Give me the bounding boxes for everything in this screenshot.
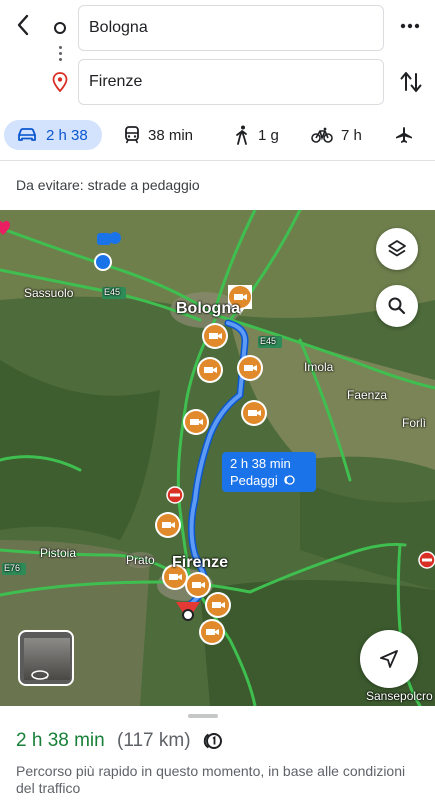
speed-camera-icon <box>199 619 225 645</box>
speed-camera-icon <box>155 512 181 538</box>
speed-camera-icon <box>197 357 223 383</box>
route-duration: 2 h 38 min <box>16 730 105 751</box>
place-marker <box>97 233 111 245</box>
city-label-sassuolo: Sassuolo <box>24 286 74 300</box>
route-dot <box>59 52 62 55</box>
speed-camera-icon <box>241 400 267 426</box>
route-dot <box>59 58 62 61</box>
route-description: Percorso più rapido in questo momento, i… <box>16 763 406 796</box>
speed-camera-icon <box>202 323 228 349</box>
sheet-drag-handle[interactable] <box>188 714 218 718</box>
search-icon <box>388 297 406 315</box>
more-options-button[interactable] <box>396 14 424 38</box>
tab-cycling-label: 7 h <box>341 126 362 144</box>
current-location-dot <box>94 253 112 271</box>
speed-camera-icon <box>205 592 231 618</box>
city-label-prato: Prato <box>126 553 155 567</box>
tab-flights[interactable] <box>395 120 421 150</box>
more-horizontal-icon <box>400 23 420 29</box>
toll-icon <box>203 733 222 749</box>
route-options-notice[interactable]: Da evitare: strade a pedaggio <box>16 177 200 193</box>
tab-walking-label: 1 g <box>258 126 279 144</box>
city-label-faenza: Faenza <box>347 388 388 402</box>
city-label-sansepolcro: Sansepolcro <box>366 689 433 703</box>
speed-camera-icon <box>237 355 263 381</box>
city-label-imola: Imola <box>304 360 334 374</box>
speed-camera-icon <box>185 572 211 598</box>
origin-circle-icon <box>54 22 66 34</box>
start-navigation-button[interactable] <box>360 630 418 688</box>
back-arrow-icon <box>17 14 29 36</box>
tab-transit[interactable]: 38 min <box>124 120 193 150</box>
airplane-icon <box>396 127 412 143</box>
search-along-route-button[interactable] <box>376 285 418 327</box>
rotate-360-icon <box>31 670 49 680</box>
navigation-arrow-icon <box>380 650 398 668</box>
road-label-e45: E45 <box>104 287 121 297</box>
map-layers-button[interactable] <box>376 228 418 270</box>
road-label-e76: E76 <box>4 563 21 573</box>
tab-cycling[interactable]: 7 h <box>311 120 362 150</box>
street-view-thumbnail[interactable] <box>18 630 74 686</box>
walking-icon <box>236 125 247 145</box>
destination-pin-icon <box>52 72 68 92</box>
city-label-pistoia: Pistoia <box>40 546 77 560</box>
train-icon <box>125 126 139 144</box>
city-label-firenze: Firenze <box>172 554 229 571</box>
speed-camera-icon <box>183 409 209 435</box>
route-bubble-time: 2 h 38 min <box>230 456 291 471</box>
destination-point <box>182 609 194 621</box>
route-details-sheet[interactable]: 2 h 38 min (117 km) Percorso più rapido … <box>0 706 435 800</box>
swap-vertical-icon <box>400 72 422 92</box>
directions-header: Bologna Firenze <box>0 0 435 112</box>
toll-icon <box>284 475 295 485</box>
tab-transit-label: 38 min <box>148 126 194 144</box>
tab-driving-label: 2 h 38 <box>46 126 88 144</box>
tab-driving[interactable]: 2 h 38 <box>4 120 102 150</box>
back-button[interactable] <box>10 10 38 40</box>
place-marker <box>109 232 121 244</box>
map-view[interactable]: E45 E45 E76 Sassuolo Bologna Imola Faenz… <box>0 210 435 706</box>
layers-icon <box>388 240 406 257</box>
destination-input[interactable]: Firenze <box>78 59 384 105</box>
travel-mode-tabs: 2 h 38 38 min 1 g 7 h <box>0 116 435 156</box>
header-divider <box>0 160 435 161</box>
route-distance: (117 km) <box>117 730 191 751</box>
car-icon <box>18 128 36 141</box>
route-info-bubble[interactable]: 2 h 38 min Pedaggi <box>222 452 316 492</box>
route-points-indicator <box>52 20 70 100</box>
city-label-forli: Forlì <box>402 416 426 430</box>
tab-walking[interactable]: 1 g <box>234 120 279 150</box>
origin-input[interactable]: Bologna <box>78 5 384 51</box>
bicycle-icon <box>311 127 333 143</box>
swap-route-button[interactable] <box>398 68 424 96</box>
city-label-bologna: Bologna <box>176 300 240 317</box>
road-label-e45: E45 <box>260 336 277 346</box>
route-bubble-tolls-label: Pedaggi <box>230 473 278 488</box>
route-bubble-tolls: Pedaggi <box>230 472 308 489</box>
route-dot <box>59 46 62 49</box>
